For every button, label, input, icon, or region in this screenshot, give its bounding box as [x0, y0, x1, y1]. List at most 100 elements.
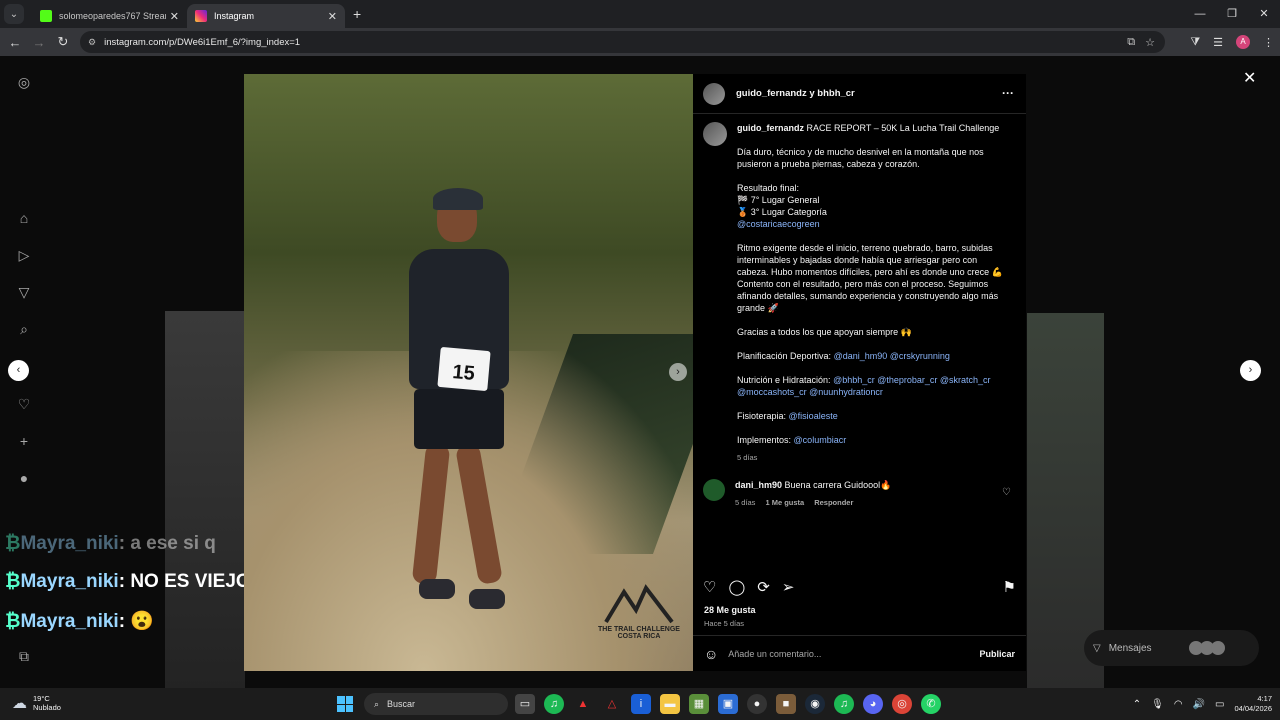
create-icon[interactable]: + [16, 433, 32, 449]
browser-menu-icon[interactable]: ⋮ [1263, 36, 1274, 49]
maximize-button[interactable]: ❐ [1216, 0, 1248, 28]
reload-button[interactable]: ↻ [51, 34, 75, 50]
new-tab-button[interactable]: + [353, 6, 361, 22]
browser-tab-bar: ⌄ solomeoparedes767 Stream - V ✕ Instagr… [0, 0, 1280, 28]
cloud-icon: ☁ [12, 695, 27, 712]
comment-user[interactable]: dani_hm90 [735, 480, 782, 490]
clock-date: 04/04/2026 [1234, 704, 1272, 713]
direct-icon[interactable]: ▽ [16, 284, 32, 300]
next-image-button[interactable]: › [669, 363, 687, 381]
post-image[interactable]: 15 THE TRAIL CHALLENGE COSTA RICA › [244, 74, 693, 671]
caption-author[interactable]: guido_fernandz [737, 123, 804, 133]
instagram-page: ◎ ⌂ ▷ ▽ ⌕ ♡ + ● ⧉ ₿Mayra_niki: a ese si … [0, 56, 1280, 688]
comment-likes[interactable]: 1 Me gusta [765, 497, 804, 509]
battery-icon[interactable]: ▭ [1215, 699, 1224, 710]
reply-button[interactable]: Responder [814, 497, 853, 509]
weather-widget[interactable]: ☁ 19°C Nublado [12, 694, 61, 712]
home-icon[interactable]: ⌂ [16, 210, 32, 226]
caption-para1: Día duro, técnico y de mucho desnivel en… [737, 147, 984, 169]
comment-input[interactable]: Añade un comentario... [728, 649, 821, 659]
caption-age: 5 días [737, 453, 758, 462]
taskbar-search[interactable]: ⌕ Buscar [364, 693, 508, 715]
minecraft-icon[interactable]: ▦ [689, 694, 709, 714]
more-menu-icon[interactable]: ⧉ [16, 648, 32, 664]
wifi-icon[interactable]: ◠ [1174, 699, 1183, 710]
post-authors[interactable]: guido_fernandz y bhbh_cr [736, 88, 855, 99]
forward-button[interactable]: → [27, 35, 51, 50]
previous-post-button[interactable]: ‹ [8, 360, 29, 381]
github-icon[interactable]: ● [747, 694, 767, 714]
caption-title: RACE REPORT – 50K La Lucha Trail Challen… [806, 123, 1000, 133]
close-modal-icon[interactable]: ✕ [1243, 68, 1256, 88]
likes-count[interactable]: 28 Me gusta [704, 605, 756, 615]
install-app-icon[interactable]: ⧉ [1127, 36, 1135, 49]
tab-instagram[interactable]: Instagram ✕ [187, 4, 345, 28]
chat-line: ₿Mayra_niki: a ese si q [5, 533, 216, 554]
next-post-button[interactable]: › [1240, 360, 1261, 381]
more-options-icon[interactable]: ··· [1002, 86, 1014, 100]
tab-close-icon[interactable]: ✕ [170, 10, 179, 23]
emoji-icon[interactable]: ☺ [704, 646, 718, 662]
spotify-icon[interactable]: ♫ [544, 694, 564, 714]
save-bookmark-icon[interactable]: ⚑ [1003, 578, 1016, 596]
windows-start-icon[interactable] [337, 696, 353, 712]
microphone-icon[interactable]: 🎙 [1151, 699, 1164, 710]
task-view-icon[interactable]: ▭ [515, 694, 535, 714]
heart-icon[interactable]: ♡ [16, 396, 32, 412]
comment-like-icon[interactable]: ♡ [1002, 487, 1011, 498]
app-autodesk-icon[interactable]: △ [602, 694, 622, 714]
spotify-alt-icon[interactable]: ♫ [834, 694, 854, 714]
volume-icon[interactable]: 🔊 [1193, 699, 1205, 710]
tray-chevron-icon[interactable]: ⌃ [1133, 699, 1141, 710]
mention-link[interactable]: @fisioaleste [789, 411, 838, 421]
author-avatar[interactable] [703, 122, 727, 146]
site-info-icon[interactable]: ⚙ [88, 37, 96, 48]
steam-icon[interactable]: ◉ [805, 694, 825, 714]
whatsapp-icon[interactable]: ✆ [921, 694, 941, 714]
messages-widget[interactable]: ▽ Mensajes [1084, 630, 1259, 666]
app-box-icon[interactable]: ■ [776, 694, 796, 714]
caption-para3: Ritmo exigente desde el inicio, terreno … [737, 243, 1003, 313]
like-icon[interactable]: ♡ [703, 578, 716, 596]
tab-search-button[interactable]: ⌄ [4, 4, 24, 24]
mention-link[interactable]: @columbiacr [794, 435, 847, 445]
chat-badge-icon: ₿ [5, 611, 21, 632]
mention-link[interactable]: @dani_hm90 @crskyrunning [834, 351, 950, 361]
race-logo-watermark: THE TRAIL CHALLENGE COSTA RICA [594, 584, 684, 659]
windows-taskbar: ☁ 19°C Nublado ⌕ Buscar ▭ ♫ ▲ △ i ▬ ▦ ▣ … [0, 688, 1280, 720]
file-explorer-icon[interactable]: ▬ [660, 694, 680, 714]
repost-icon[interactable]: ⟳ [757, 578, 770, 596]
search-icon[interactable]: ⌕ [16, 321, 32, 337]
chat-line: ₿Mayra_niki: NO ES VIEJO [5, 571, 251, 592]
tab-close-icon[interactable]: ✕ [328, 10, 337, 23]
address-bar[interactable]: ⚙ instagram.com/p/DWe6i1Emf_6/?img_index… [80, 31, 1165, 53]
caption-para4: Gracias a todos los que apoyan siempre 🙌 [737, 327, 912, 337]
tab-title: solomeoparedes767 Stream - V [59, 11, 166, 21]
instagram-logo-icon[interactable]: ◎ [16, 74, 32, 90]
chrome-icon[interactable]: ◎ [892, 694, 912, 714]
minimize-button[interactable]: — [1184, 0, 1216, 28]
background-post-left [165, 311, 245, 688]
profile-avatar[interactable]: A [1236, 35, 1250, 49]
window-close-button[interactable]: ✕ [1248, 0, 1280, 28]
photos-icon[interactable]: ▣ [718, 694, 738, 714]
mention-link[interactable]: @costaricaecogreen [737, 218, 1009, 230]
comment-icon[interactable]: ◯ [728, 578, 745, 596]
reels-icon[interactable]: ▷ [16, 247, 32, 263]
discord-icon[interactable]: ◕ [863, 694, 883, 714]
publish-button[interactable]: Publicar [979, 649, 1015, 659]
posted-time: Hace 5 días [704, 619, 745, 628]
bookmark-star-icon[interactable]: ☆ [1145, 36, 1155, 49]
clock[interactable]: 4:17 04/04/2026 [1234, 694, 1272, 714]
extensions-icon[interactable]: ⧩ [1190, 36, 1200, 49]
info-app-icon[interactable]: i [631, 694, 651, 714]
tab-stream[interactable]: solomeoparedes767 Stream - V ✕ [32, 4, 187, 28]
back-button[interactable]: ← [3, 35, 27, 50]
author-avatar[interactable] [703, 82, 725, 105]
share-icon[interactable]: ➢ [782, 578, 795, 596]
commenter-avatar[interactable] [703, 479, 725, 501]
app-red-icon[interactable]: ▲ [573, 694, 593, 714]
media-controls-icon[interactable]: ☰ [1213, 36, 1223, 49]
chat-badge-icon: ₿ [5, 571, 21, 592]
profile-icon[interactable]: ● [16, 470, 32, 486]
